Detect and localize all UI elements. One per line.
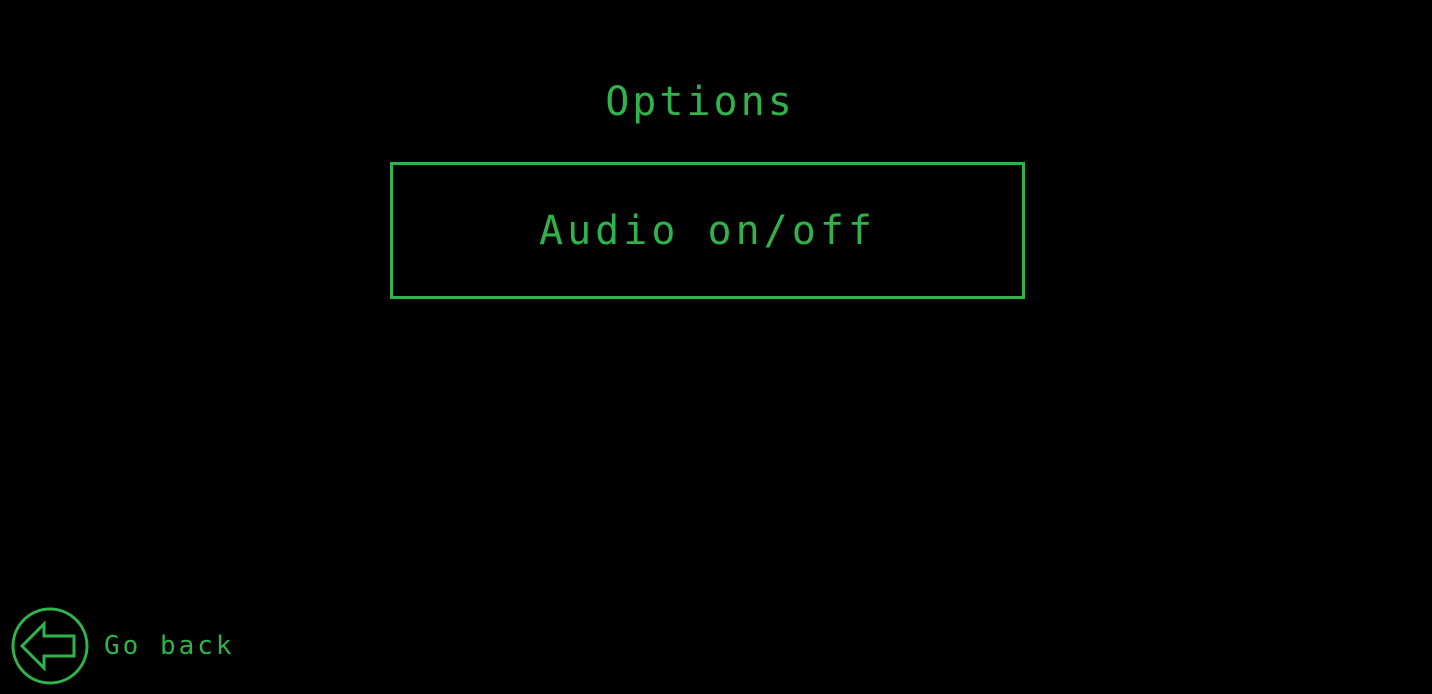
go-back-button[interactable]: Go back [10, 606, 235, 686]
audio-toggle-label: Audio on/off [539, 207, 876, 254]
back-arrow-icon [11, 607, 89, 685]
page-title: Options [605, 79, 795, 125]
go-back-label: Go back [104, 631, 235, 661]
audio-toggle-button[interactable]: Audio on/off [390, 162, 1025, 299]
